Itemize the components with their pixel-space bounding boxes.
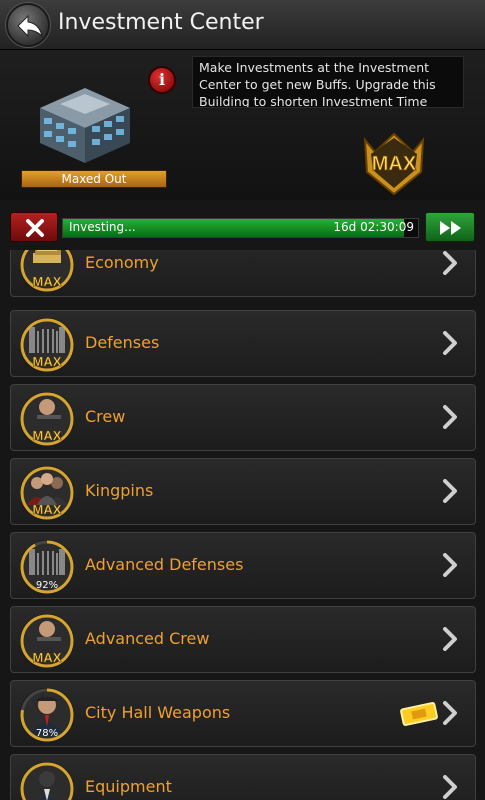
cancel-investment-button[interactable]: [10, 212, 58, 242]
chevron-right-icon: [443, 701, 457, 725]
gate-icon: 92%: [20, 540, 74, 594]
category-row[interactable]: MAX Kingpins: [10, 458, 476, 525]
max-badge-text: MAX: [372, 153, 417, 175]
money-icon: MAX: [20, 250, 74, 292]
category-row[interactable]: 78% City Hall Weapons: [10, 680, 476, 747]
category-badge: 78%: [36, 728, 58, 739]
crew-icon: MAX: [20, 392, 74, 446]
category-label: Defenses: [85, 333, 160, 352]
crew-icon: MAX: [20, 614, 74, 668]
category-badge: MAX: [33, 428, 62, 443]
chevron-right-icon: [443, 479, 457, 503]
category-label: Crew: [85, 407, 126, 426]
max-badge-icon: MAX: [363, 132, 425, 196]
fast-forward-icon: [440, 221, 461, 235]
maxed-out-bar: Maxed Out: [21, 170, 167, 188]
category-badge: MAX: [33, 274, 62, 289]
category-badge: 92%: [36, 580, 58, 591]
category-row[interactable]: MAX Defenses: [10, 310, 476, 377]
category-label: Advanced Crew: [85, 629, 210, 648]
chevron-right-icon: [443, 553, 457, 577]
chevron-right-icon: [443, 251, 457, 275]
chevron-right-icon: [443, 775, 457, 799]
progress-label: Investing...: [69, 220, 136, 234]
category-badge: MAX: [33, 354, 62, 369]
gate-icon: MAX: [20, 318, 74, 372]
back-arrow-icon: [17, 14, 43, 38]
investment-progress-bar: Investing... 16d 02:30:09: [62, 218, 419, 238]
kingpins-icon: MAX: [20, 466, 74, 520]
category-badge: MAX: [33, 502, 62, 517]
page-title: Investment Center: [58, 10, 264, 35]
ticket-icon[interactable]: [399, 699, 439, 729]
category-label: Equipment: [85, 777, 172, 796]
category-row[interactable]: MAX Crew: [10, 384, 476, 451]
header-bar: Investment Center: [0, 0, 485, 50]
gangster-icon: 78%: [20, 688, 74, 742]
description-text: Make Investments at the Investment Cente…: [192, 56, 464, 108]
category-row[interactable]: 92% Advanced Defenses: [10, 532, 476, 599]
category-badge: MAX: [33, 650, 62, 665]
chevron-right-icon: [443, 627, 457, 651]
category-label: Kingpins: [85, 481, 154, 500]
category-label: City Hall Weapons: [85, 703, 231, 722]
investment-progress-row: Investing... 16d 02:30:09: [0, 208, 485, 244]
time-remaining: 16d 02:30:09: [333, 220, 414, 234]
suit-icon: [20, 762, 74, 800]
building-icon: [40, 88, 130, 163]
close-icon: [26, 219, 44, 237]
category-label: Economy: [85, 253, 159, 272]
category-row[interactable]: MAX Economy: [10, 250, 476, 297]
investment-category-list: MAX Economy MAX Defenses MAX Crew MAX Kingpins 9…: [0, 250, 485, 800]
info-icon[interactable]: i: [148, 66, 176, 94]
category-row[interactable]: Equipment: [10, 754, 476, 800]
category-row[interactable]: MAX Advanced Crew: [10, 606, 476, 673]
chevron-right-icon: [443, 405, 457, 429]
speed-up-button[interactable]: [425, 212, 475, 242]
back-button[interactable]: [6, 3, 50, 47]
building-info-panel: Maxed Out i Make Investments at the Inve…: [0, 50, 485, 200]
category-label: Advanced Defenses: [85, 555, 244, 574]
chevron-right-icon: [443, 331, 457, 355]
